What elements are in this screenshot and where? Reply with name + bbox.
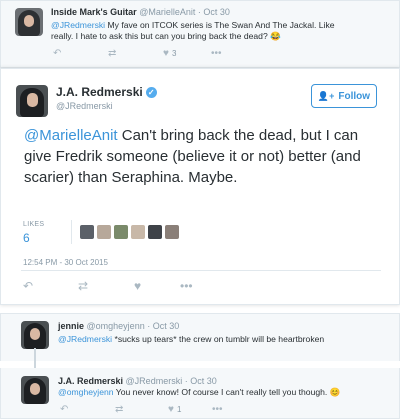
- follow-person-icon: 👤+: [317, 90, 335, 101]
- tweet-header: J.A. Redmerski @JRedmerski · Oct 30: [58, 376, 217, 386]
- mention-link[interactable]: @MarielleAnit: [24, 127, 118, 144]
- avatar[interactable]: [16, 85, 48, 117]
- liker-avatar[interactable]: [165, 225, 179, 239]
- mention-link[interactable]: @JRedmerski: [51, 20, 105, 30]
- author-name[interactable]: J.A. Redmerski ✓: [56, 85, 157, 99]
- like-button[interactable]: ♥ 1: [168, 404, 181, 415]
- retweet-icon[interactable]: ⇄: [108, 48, 116, 59]
- tweet-text: @JRedmerski My fave on ITCOK series is T…: [51, 20, 335, 41]
- likes-label: LIKES: [23, 221, 45, 228]
- author-meta: @MarielleAnit · Oct 30: [139, 7, 230, 17]
- like-count: 3: [171, 49, 177, 58]
- avatar[interactable]: [21, 321, 49, 349]
- more-icon[interactable]: •••: [211, 48, 222, 59]
- mention-link[interactable]: @omgheyjenn: [58, 387, 114, 397]
- reply-icon[interactable]: ↶: [23, 279, 33, 293]
- like-count: 1: [176, 405, 182, 414]
- avatar[interactable]: [21, 376, 49, 404]
- liker-avatar[interactable]: [97, 225, 111, 239]
- author-meta: @JRedmerski · Oct 30: [125, 376, 217, 386]
- verified-badge-icon: ✓: [145, 87, 157, 98]
- reply-tweet-redmerski[interactable]: J.A. Redmerski @JRedmerski · Oct 30 @omg…: [0, 368, 400, 419]
- liker-avatar[interactable]: [114, 225, 128, 239]
- divider: [21, 270, 381, 271]
- reply-icon[interactable]: ↶: [53, 48, 61, 59]
- follow-button[interactable]: 👤+ Follow: [311, 84, 377, 108]
- more-icon[interactable]: •••: [180, 279, 193, 293]
- tweet-actions: ↶ ⇄ ♥ 1 •••: [60, 404, 260, 416]
- reply-icon[interactable]: ↶: [60, 404, 68, 415]
- liker-avatar[interactable]: [80, 225, 94, 239]
- divider: [71, 220, 72, 244]
- tweet-text: @JRedmerski *sucks up tears* the crew on…: [58, 334, 325, 344]
- likes-count[interactable]: 6: [23, 231, 30, 245]
- liker-avatar[interactable]: [131, 225, 145, 239]
- author-meta: @omgheyjenn · Oct 30: [86, 321, 180, 331]
- timestamp[interactable]: 12:54 PM - 30 Oct 2015: [23, 258, 108, 267]
- retweet-icon[interactable]: ⇄: [115, 404, 123, 415]
- tweet-header: jennie @omgheyjenn · Oct 30: [58, 321, 179, 331]
- avatar[interactable]: [15, 8, 43, 36]
- tweet-text: @MarielleAnit Can't bring back the dead,…: [24, 127, 361, 186]
- retweet-icon[interactable]: ⇄: [78, 279, 88, 293]
- liker-avatar[interactable]: [148, 225, 162, 239]
- like-icon: ♥: [163, 48, 169, 59]
- reply-tweet-jennie[interactable]: jennie @omgheyjenn · Oct 30 @JRedmerski …: [0, 313, 400, 361]
- tweet-actions: ↶ ⇄ ♥ •••: [23, 279, 223, 293]
- tweet-text: @omgheyjenn You never know! Of course I …: [58, 387, 341, 397]
- author-name[interactable]: Inside Mark's Guitar: [51, 7, 137, 17]
- author-handle[interactable]: @JRedmerski: [56, 101, 113, 111]
- tweet-actions: ↶ ⇄ ♥ 3 •••: [53, 48, 253, 60]
- like-icon: ♥: [168, 404, 174, 415]
- like-button[interactable]: ♥ 3: [163, 48, 176, 59]
- author-name[interactable]: jennie: [58, 321, 84, 331]
- tweet-header: Inside Mark's Guitar @MarielleAnit · Oct…: [51, 7, 230, 17]
- more-icon[interactable]: •••: [212, 404, 223, 415]
- reply-tweet-marielle[interactable]: Inside Mark's Guitar @MarielleAnit · Oct…: [0, 0, 400, 68]
- author-name[interactable]: J.A. Redmerski: [58, 376, 123, 386]
- like-icon[interactable]: ♥: [134, 279, 141, 293]
- mention-link[interactable]: @JRedmerski: [58, 334, 112, 344]
